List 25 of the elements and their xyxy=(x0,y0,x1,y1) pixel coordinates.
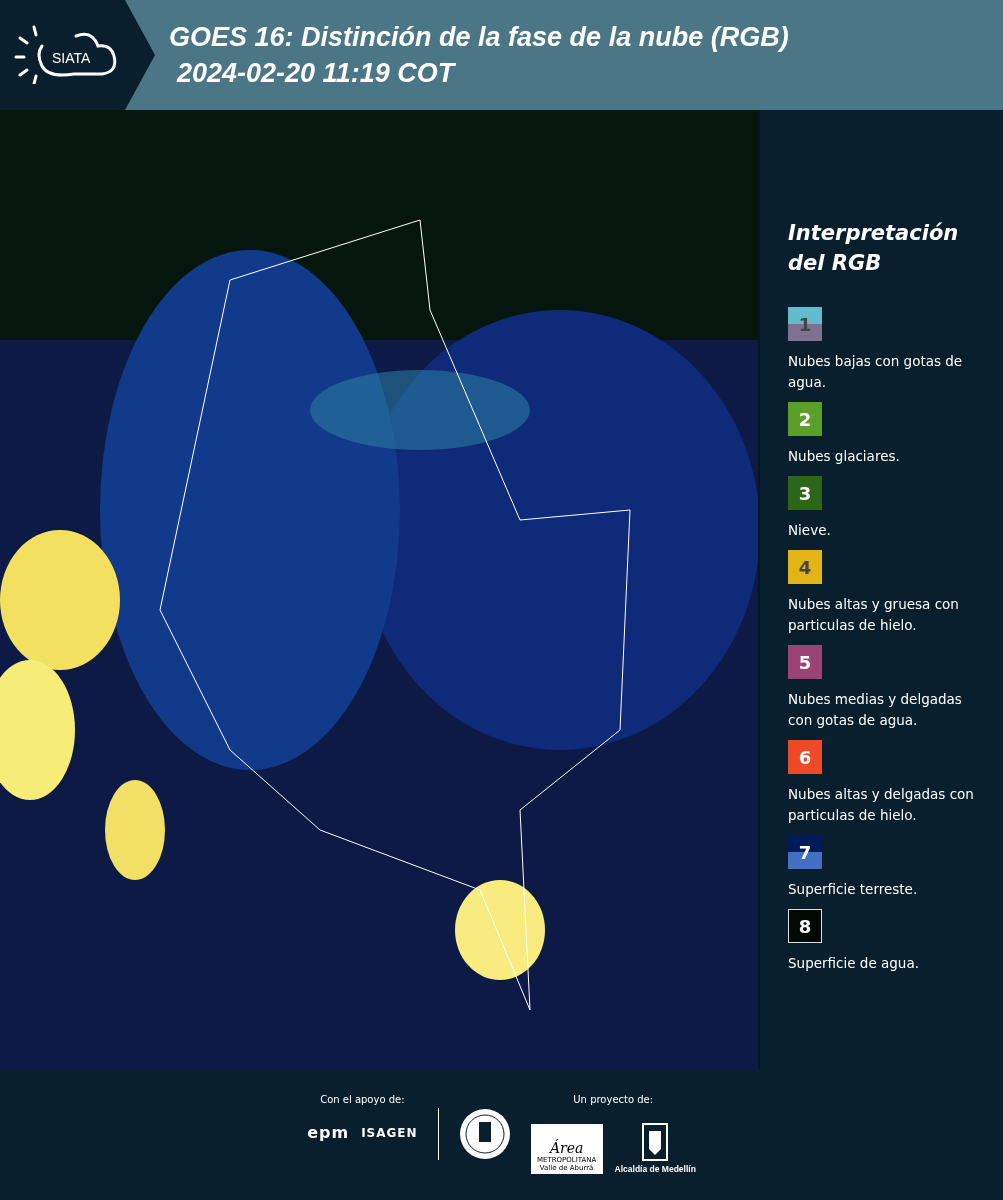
brand-logo: ISAGEN xyxy=(361,1125,418,1140)
legend-number: 6 xyxy=(798,746,812,768)
legend-number: 8 xyxy=(798,915,812,937)
legend-label: Nubes glaciares. xyxy=(788,447,901,466)
legend-number: 5 xyxy=(798,651,812,673)
legend-number: 2 xyxy=(798,408,812,430)
project-label: Un proyecto de: xyxy=(573,1094,654,1105)
timestamp: 2024-02-20 11:19 COT xyxy=(175,57,457,90)
legend-label: Superficie de agua. xyxy=(788,954,920,973)
legend-label: Nubes medias y delgadas con gotas de agua. xyxy=(788,690,963,730)
page-title: GOES 16: Distinción de la fase de la nube (RGB) xyxy=(169,21,789,54)
brand-logo: epm xyxy=(307,1123,350,1142)
legend-label: Superficie terreste. xyxy=(788,880,919,899)
legend-title: Interpretación del RGB xyxy=(788,220,960,277)
support-label: Con el apoyo de: xyxy=(320,1094,405,1105)
logo-text: SIATA xyxy=(52,50,91,66)
alcaldia-logo-text: Alcaldía de Medellín xyxy=(614,1164,696,1174)
legend-label: Nubes altas y delgadas con particulas de hielo. xyxy=(788,785,975,825)
coat-of-arms-icon xyxy=(642,1123,669,1161)
seal-icon xyxy=(458,1108,511,1160)
legend-label: Nubes bajas con gotas de agua. xyxy=(788,352,964,392)
legend-number: 4 xyxy=(798,556,812,578)
legend-number: 3 xyxy=(798,482,812,504)
legend-label: Nubes altas y gruesa con particulas de hielo. xyxy=(788,595,960,635)
legend-label: Nieve. xyxy=(788,521,832,540)
